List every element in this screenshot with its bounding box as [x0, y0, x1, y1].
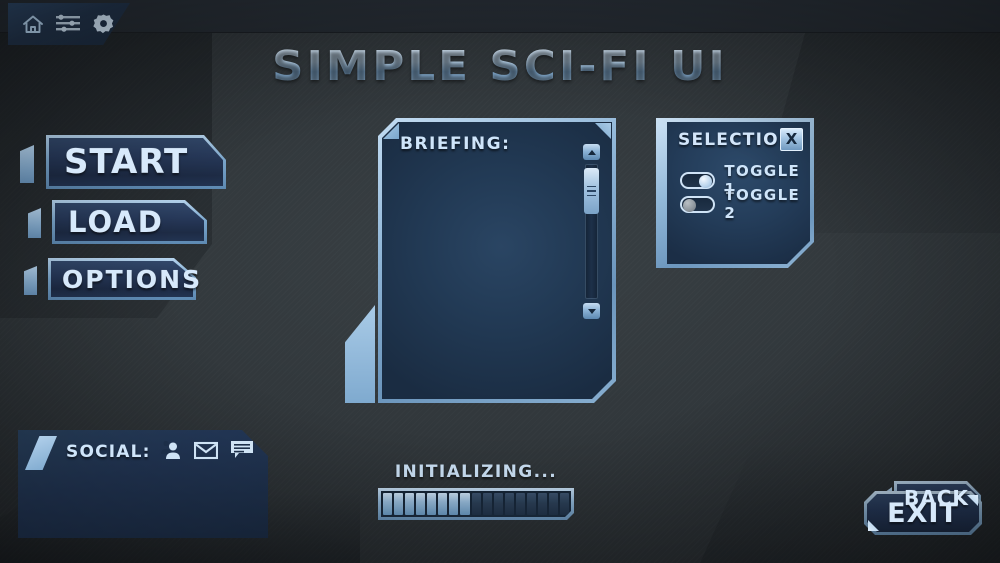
progress-segment	[516, 493, 525, 515]
briefing-accent-shape	[345, 305, 375, 403]
mail-icon[interactable]	[194, 441, 218, 460]
progress-segment	[494, 493, 503, 515]
briefing-title: BRIEFING:	[400, 134, 511, 154]
progress-segment	[538, 493, 547, 515]
social-icon-group	[158, 440, 254, 460]
progress-segment	[483, 493, 492, 515]
options-button-label: OPTIONS	[62, 264, 203, 294]
progress-label: INITIALIZING...	[394, 462, 558, 482]
toggle-row-2[interactable]: TOGGLE 2	[680, 186, 814, 222]
progress-segment	[449, 493, 458, 515]
progress-segment	[460, 493, 469, 515]
social-title: SOCIAL:	[66, 442, 151, 462]
friends-icon[interactable]	[158, 440, 182, 460]
toggle-knob-2	[683, 198, 696, 212]
selection-panel: SELECTION X TOGGLE 1 TOGGLE 2	[656, 118, 814, 268]
scroll-up-icon[interactable]	[583, 144, 600, 160]
briefing-panel-inner	[382, 122, 612, 399]
scroll-down-icon[interactable]	[583, 303, 600, 319]
background-top-band	[0, 0, 1000, 33]
toggle-label-2: TOGGLE 2	[724, 186, 801, 222]
chat-icon[interactable]	[230, 440, 254, 460]
start-button[interactable]: START	[20, 135, 226, 189]
home-icon[interactable]	[22, 14, 44, 34]
progress-bar-group: INITIALIZING...	[378, 462, 574, 520]
progress-segment	[405, 493, 414, 515]
start-button-tab	[20, 145, 34, 183]
exit-button-label: EXIT	[887, 497, 959, 529]
progress-segment	[383, 493, 392, 515]
close-icon[interactable]: X	[780, 128, 803, 151]
social-panel: SOCIAL:	[18, 430, 268, 538]
app-screen: SIMPLE SCI-FI UI START LOAD OPTIONS BRIE…	[0, 0, 1000, 563]
progress-segment	[549, 493, 558, 515]
progress-bar-frame	[378, 488, 574, 520]
progress-segment	[560, 493, 569, 515]
progress-segment	[505, 493, 514, 515]
sliders-icon[interactable]	[56, 14, 80, 34]
page-title: SIMPLE SCI-FI UI	[0, 42, 1000, 90]
progress-bar-segments	[381, 491, 571, 517]
load-button-label: LOAD	[68, 205, 164, 239]
progress-bar-tab	[366, 510, 378, 526]
start-button-label: START	[64, 142, 189, 182]
progress-segment	[427, 493, 436, 515]
selection-title: SELECTION	[678, 130, 795, 150]
scrollbar-thumb[interactable]	[584, 168, 599, 214]
load-button[interactable]: LOAD	[28, 200, 207, 244]
toggle-switch-2[interactable]	[680, 195, 716, 213]
briefing-scrollbar[interactable]	[583, 144, 600, 319]
options-button[interactable]: OPTIONS	[24, 258, 200, 300]
progress-segment	[438, 493, 447, 515]
briefing-panel: BRIEFING: BACK	[378, 118, 616, 403]
progress-segment	[416, 493, 425, 515]
exit-button[interactable]: EXIT	[864, 491, 982, 535]
progress-segment	[472, 493, 481, 515]
progress-segment	[394, 493, 403, 515]
progress-segment	[527, 493, 536, 515]
